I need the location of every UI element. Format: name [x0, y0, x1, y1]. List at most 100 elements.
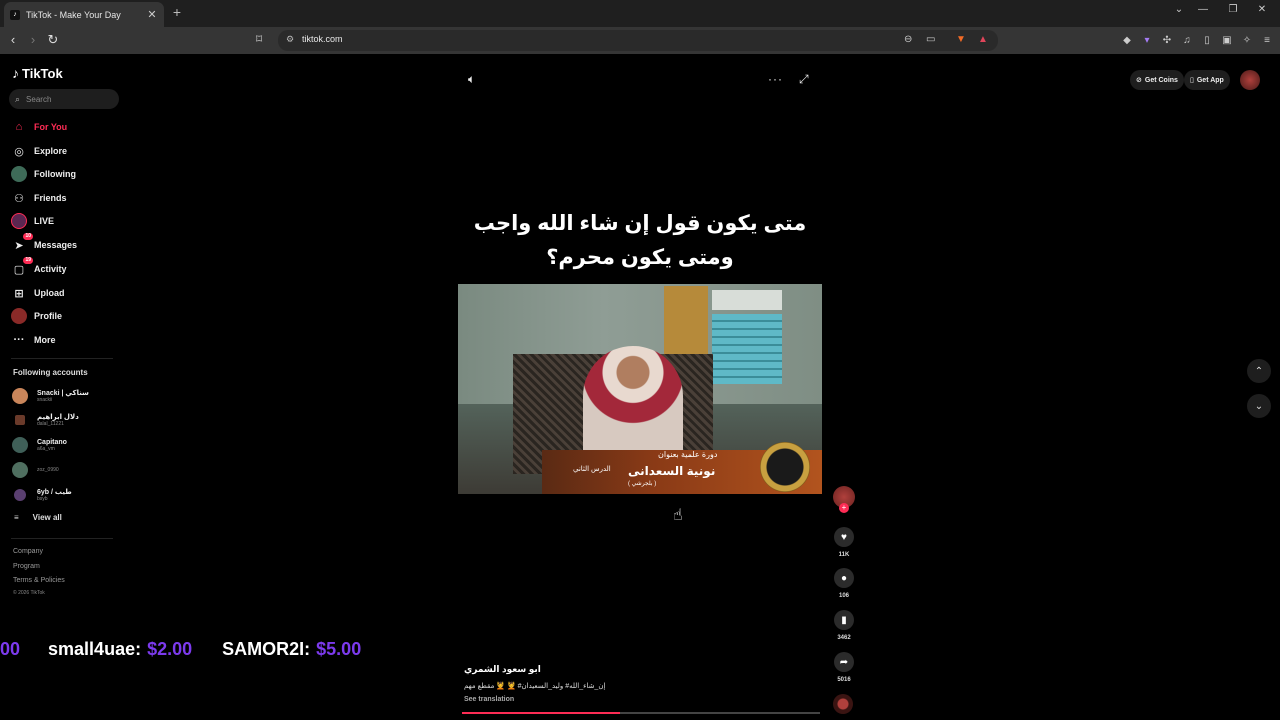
sidebar-item-friends[interactable]: ⚇ Friends: [11, 189, 66, 207]
brave-rewards-icon[interactable]: ▲: [978, 34, 988, 45]
sidebar-item-profile[interactable]: Profile: [11, 307, 62, 325]
menu-icon[interactable]: ≡: [1261, 34, 1273, 46]
profile-avatar: [11, 308, 27, 324]
sidebar-item-label: Explore: [34, 146, 68, 156]
following-account[interactable]: Snacki | سناكي snackii: [12, 387, 89, 405]
bookmark-icon[interactable]: ⌑: [256, 32, 262, 46]
ticker-amount: 00: [0, 638, 21, 659]
sidebar-item-following[interactable]: Following: [11, 165, 76, 183]
reload-icon[interactable]: ↻: [45, 32, 61, 48]
share-button[interactable]: ➦ 5016: [834, 652, 854, 683]
fullscreen-icon[interactable]: ⤢: [799, 72, 809, 87]
friends-icon: ⚇: [14, 192, 24, 205]
see-translation-link[interactable]: See translation: [464, 696, 514, 703]
cast-icon[interactable]: ▭: [926, 34, 935, 45]
more-icon: ···: [13, 334, 25, 346]
video-frame[interactable]: دورة علمية بعنوان نونية السعدانى الدرس ا…: [458, 284, 822, 494]
sidebar-item-messages[interactable]: ➤ 10 Messages: [11, 233, 77, 254]
restore-icon[interactable]: ❐: [1226, 4, 1240, 15]
volume-icon[interactable]: 🔈︎: [468, 72, 475, 87]
comment-button[interactable]: ● 106: [834, 568, 854, 599]
activity-badge: 19: [23, 257, 33, 264]
previous-video-button[interactable]: ⌃: [1247, 359, 1271, 383]
zoom-icon[interactable]: ⊖: [904, 34, 912, 45]
tiktok-logo[interactable]: ♪ TikTok: [12, 65, 63, 81]
following-accounts-title: Following accounts: [13, 368, 88, 377]
sidebar-item-label: Following: [34, 169, 76, 179]
music-icon[interactable]: ♫: [1181, 34, 1193, 46]
footer-link-program[interactable]: Program: [13, 563, 40, 570]
address-bar[interactable]: ⚙ tiktok.com ⊖ ▭ ▼ ▲: [278, 30, 998, 51]
banner-text: ( بلجرشي ): [628, 481, 657, 487]
sidebar-item-explore[interactable]: ◎ Explore: [11, 142, 67, 160]
back-icon[interactable]: ‹: [5, 32, 21, 47]
profile-avatar-top[interactable]: [1240, 70, 1260, 90]
video-ac-unit: [712, 290, 782, 310]
sidebar-item-activity[interactable]: ▢ 19 Activity: [11, 257, 67, 278]
heart-icon: ♥: [834, 527, 854, 547]
like-count: 11K: [838, 552, 850, 558]
account-avatar: [12, 437, 28, 453]
next-video-button[interactable]: ⌄: [1247, 394, 1271, 418]
puzzle-icon[interactable]: ✣: [1161, 34, 1173, 46]
search-input[interactable]: [26, 94, 107, 104]
copyright: © 2026 TikTok: [13, 590, 45, 596]
more-options-icon[interactable]: ···: [768, 72, 783, 86]
music-disc-icon[interactable]: [833, 694, 853, 714]
sidebar-icon[interactable]: ▯: [1201, 34, 1213, 46]
sidebar-item-live[interactable]: LIVE: [11, 212, 54, 230]
url-text: tiktok.com: [302, 34, 343, 44]
leo-icon[interactable]: ✧: [1241, 34, 1253, 46]
live-avatar: [11, 213, 27, 229]
close-tab-icon[interactable]: ✕: [146, 8, 158, 21]
account-avatar: [14, 489, 26, 501]
tab-title: TikTok - Make Your Day: [26, 9, 121, 20]
get-coins-button[interactable]: ⊘ Get Coins: [1130, 70, 1184, 90]
phone-icon: ▯: [1190, 77, 1194, 84]
search-icon: ⌕: [15, 93, 21, 104]
new-tab-icon[interactable]: +: [170, 4, 184, 20]
forward-icon[interactable]: ›: [25, 32, 41, 47]
extension-icon[interactable]: ▾: [1141, 34, 1153, 46]
following-account[interactable]: zoz_0990: [12, 461, 59, 479]
banner-text: الدرس الثاني: [573, 466, 611, 473]
following-account[interactable]: Capitano a6a_vm: [12, 436, 67, 454]
save-button[interactable]: ▮ 3462: [834, 610, 854, 641]
hand-cursor-icon: ☝︎: [673, 507, 683, 524]
sidebar-item-upload[interactable]: ⊞ Upload: [11, 284, 64, 302]
video-caption: إن_شاء_الله# وليد_السعيدان# 💆 💆 مقطع مهم: [464, 683, 606, 690]
site-info-icon[interactable]: ⚙: [286, 34, 294, 45]
follow-plus-icon[interactable]: +: [839, 503, 849, 513]
tiktok-note-icon: ♪: [12, 65, 19, 81]
share-count: 5016: [837, 677, 851, 683]
view-all-link[interactable]: ≡ View all: [14, 513, 62, 522]
footer-link-company[interactable]: Company: [13, 548, 43, 555]
brave-shield-icon[interactable]: ▼: [956, 34, 966, 45]
close-window-icon[interactable]: ✕: [1255, 4, 1269, 15]
get-app-button[interactable]: ▯ Get App: [1184, 70, 1230, 90]
like-button[interactable]: ♥ 11K: [834, 527, 854, 558]
save-count: 3462: [837, 635, 851, 641]
search-box[interactable]: ⌕: [9, 89, 119, 109]
wallet-icon[interactable]: ▣: [1221, 34, 1233, 46]
video-progress-bar[interactable]: [462, 712, 820, 714]
donation-ticker: 00 small4uae: $2.00 SAMOR2I: $5.00: [0, 637, 400, 661]
coin-icon: ⊘: [1136, 77, 1142, 84]
sidebar-item-more[interactable]: ··· More: [11, 331, 56, 349]
following-account[interactable]: دلال ابراهيم dalal_11221: [12, 411, 79, 429]
following-account[interactable]: 6yb / طيب bsyb: [12, 486, 72, 504]
browser-tab-bar: ♪ TikTok - Make Your Day ✕ + ⌄ — ❐ ✕: [0, 0, 1280, 27]
sidebar-item-label: Activity: [34, 264, 67, 274]
bookmark-icon: ▮: [834, 610, 854, 630]
ticker-name: small4uae:: [48, 638, 142, 659]
video-window: [712, 314, 782, 384]
activity-icon: ▢ 19: [13, 257, 33, 276]
browser-tab[interactable]: ♪ TikTok - Make Your Day ✕: [4, 2, 164, 27]
minimize-icon[interactable]: —: [1196, 4, 1210, 15]
video-overlay-title: متى يكون قول إن شاء الله واجب ومتى يكون …: [460, 207, 820, 275]
sidebar-item-for-you[interactable]: ⌂ For You: [11, 118, 68, 136]
tab-list-icon[interactable]: ⌄: [1172, 4, 1186, 15]
footer-link-terms[interactable]: Terms & Policies: [13, 577, 65, 584]
vpn-icon[interactable]: ◆: [1121, 34, 1133, 46]
video-author[interactable]: ابو سعود الشمري: [464, 664, 541, 675]
